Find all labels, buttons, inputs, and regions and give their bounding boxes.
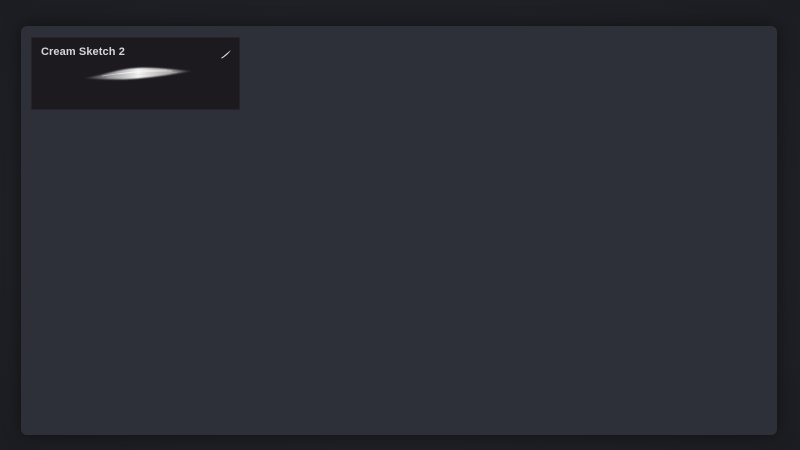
- app-screen: Cream Sketch 2: [0, 0, 800, 450]
- brush-stroke-icon: [220, 46, 232, 59]
- brush-library-panel: Cream Sketch 2: [21, 26, 777, 435]
- brush-name: Cream Sketch 2: [41, 46, 125, 58]
- stroke-preview: [84, 67, 192, 80]
- brush-card-cream-sketch-2[interactable]: Cream Sketch 2: [31, 37, 240, 110]
